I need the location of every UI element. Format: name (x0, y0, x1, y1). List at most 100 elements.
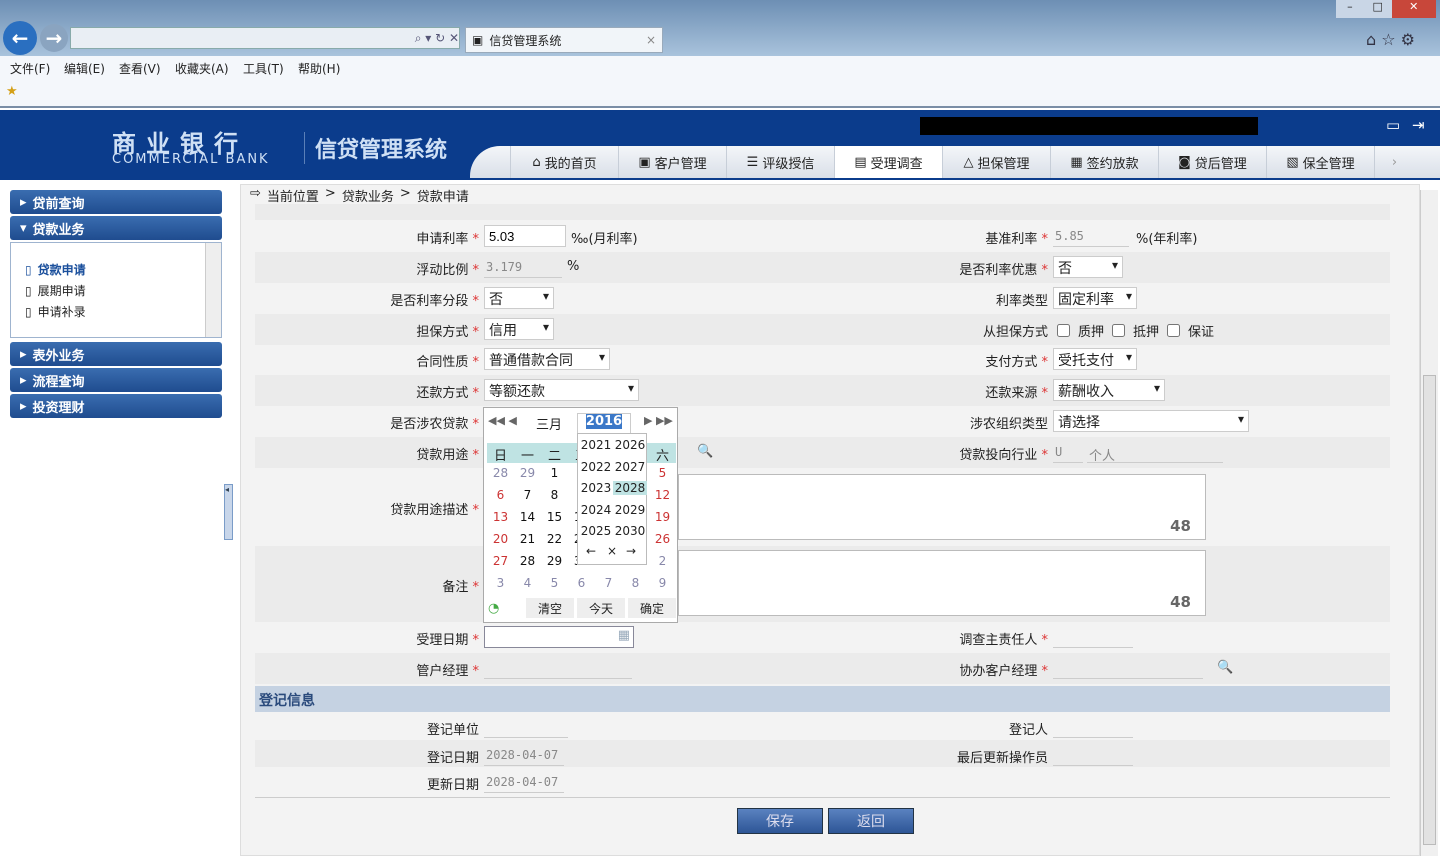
clear-button[interactable]: 清空 (526, 598, 574, 618)
calendar-day[interactable]: 28 (487, 466, 514, 480)
browser-tab[interactable]: ▣ 信贷管理系统 × (465, 27, 663, 53)
nav-tab-postloan[interactable]: ◙ 贷后管理 (1158, 146, 1266, 178)
clock-icon[interactable]: ◔ (488, 601, 499, 616)
year-option[interactable]: 2030 (613, 524, 647, 538)
nav-tab-customer[interactable]: ▣ 客户管理 (618, 146, 726, 178)
apply-rate-input[interactable] (484, 225, 566, 247)
year-close[interactable]: × (607, 544, 617, 558)
calendar-day[interactable]: 19 (649, 510, 676, 524)
calendar-day[interactable]: 22 (541, 532, 568, 546)
menu-view[interactable]: 查看(V) (119, 60, 161, 77)
year-next-arrow[interactable]: → (626, 544, 636, 558)
calendar-day[interactable]: 29 (541, 554, 568, 568)
guarantee-select[interactable]: 信用 (484, 318, 554, 340)
save-button[interactable]: 保存 (737, 808, 823, 834)
sidebar-collapse-handle[interactable]: ◂ (224, 484, 233, 540)
year-option[interactable]: 2021 (579, 438, 613, 452)
back-button[interactable]: ← (3, 21, 37, 55)
menu-file[interactable]: 文件(F) (10, 60, 50, 77)
year-option[interactable]: 2024 (579, 503, 613, 517)
calendar-day[interactable]: 14 (514, 510, 541, 524)
monitor-icon[interactable]: ▭ (1386, 116, 1400, 134)
calendar-day[interactable]: 8 (622, 576, 649, 590)
calendar-day[interactable]: 15 (541, 510, 568, 524)
agri-org-select[interactable]: 请选择 (1053, 410, 1249, 432)
year-option[interactable]: 2028 (613, 481, 647, 495)
forward-button[interactable]: → (40, 24, 68, 52)
nav-tab-sign[interactable]: ▦ 签约放款 (1050, 146, 1158, 178)
nav-next-arrow[interactable]: › (1374, 146, 1414, 178)
calendar-day[interactable]: 7 (595, 576, 622, 590)
minimize-button[interactable]: – (1336, 0, 1364, 18)
contract-select[interactable]: 普通借款合同 (484, 348, 610, 370)
year-option[interactable]: 2026 (613, 438, 647, 452)
calendar-day[interactable]: 9 (649, 576, 676, 590)
remark-textarea[interactable]: 48 (678, 550, 1206, 616)
search-icon[interactable]: ⌕ ▾ ↻ ✕ (415, 31, 459, 46)
sidebar-section-process[interactable]: ▸ 流程查询 (10, 368, 222, 392)
rate-discount-select[interactable]: 否 (1053, 256, 1123, 278)
sidebar-item-loan-apply[interactable]: ▯ 贷款申请 (25, 259, 221, 280)
mortgage-checkbox[interactable] (1112, 321, 1126, 340)
close-tab-icon[interactable]: × (646, 33, 656, 47)
rate-segment-select[interactable]: 否 (484, 287, 554, 309)
sidebar-section-offbalance[interactable]: ▸ 表外业务 (10, 342, 222, 366)
breadcrumb-loan[interactable]: 贷款业务 (342, 186, 394, 205)
calendar-day[interactable]: 7 (514, 488, 541, 502)
calendar-day[interactable]: 2 (649, 554, 676, 568)
home-star-gear-icons[interactable]: ⌂ ☆ ⚙ (1366, 30, 1415, 49)
menu-tools[interactable]: 工具(T) (243, 60, 284, 77)
calendar-icon[interactable]: ▦ (618, 628, 630, 643)
next-year-button[interactable]: ▶ ▶▶ (644, 414, 673, 427)
favorites-star-icon[interactable]: ★ (6, 84, 18, 99)
calendar-day[interactable]: 21 (514, 532, 541, 546)
repay-method-select[interactable]: 等额还款 (484, 379, 639, 401)
today-button[interactable]: 今天 (577, 598, 625, 618)
calendar-day[interactable]: 1 (541, 466, 568, 480)
nav-tab-guarantee[interactable]: △ 担保管理 (942, 146, 1050, 178)
calendar-day[interactable]: 26 (649, 532, 676, 546)
calendar-day[interactable]: 13 (487, 510, 514, 524)
maximize-button[interactable]: □ (1363, 0, 1392, 18)
calendar-day[interactable]: 27 (487, 554, 514, 568)
scrollbar-thumb[interactable] (1423, 375, 1436, 845)
sidebar-section-preloan[interactable]: ▸ 贷前查询 (10, 190, 222, 214)
rate-type-select[interactable]: 固定利率 (1053, 287, 1137, 309)
calendar-day[interactable]: 4 (514, 576, 541, 590)
loan-use-search-icon[interactable]: 🔍 (697, 444, 713, 459)
use-desc-textarea[interactable]: 48 (678, 474, 1206, 540)
calendar-day[interactable]: 3 (487, 576, 514, 590)
menu-help[interactable]: 帮助(H) (298, 60, 340, 77)
submenu-scrollbar[interactable] (205, 243, 221, 337)
page-scrollbar[interactable] (1420, 190, 1438, 856)
sidebar-section-invest[interactable]: ▸ 投资理财 (10, 394, 222, 418)
sidebar-item-extension[interactable]: ▯ 展期申请 (25, 280, 221, 301)
logout-icon[interactable]: ⇥ (1412, 116, 1425, 134)
guaranty-checkbox[interactable] (1167, 321, 1181, 340)
nav-tab-preserve[interactable]: ▧ 保全管理 (1266, 146, 1374, 178)
accept-date-input[interactable]: ▦ (484, 626, 634, 648)
month-select[interactable]: 三月 (536, 414, 562, 433)
close-window-button[interactable]: ✕ (1391, 0, 1436, 18)
calendar-day[interactable]: 20 (487, 532, 514, 546)
back-button-form[interactable]: 返回 (828, 808, 914, 834)
calendar-day[interactable]: 8 (541, 488, 568, 502)
calendar-day[interactable]: 29 (514, 466, 541, 480)
year-option[interactable]: 2022 (579, 460, 613, 474)
calendar-day[interactable]: 28 (514, 554, 541, 568)
year-option[interactable]: 2029 (613, 503, 647, 517)
menu-favorites[interactable]: 收藏夹(A) (175, 60, 229, 77)
calendar-day[interactable]: 12 (649, 488, 676, 502)
year-option[interactable]: 2025 (579, 524, 613, 538)
payment-select[interactable]: 受托支付 (1053, 348, 1137, 370)
year-input[interactable]: 2016 (585, 414, 623, 429)
nav-tab-survey[interactable]: ▤ 受理调查 (834, 146, 942, 178)
nav-tab-rating[interactable]: ☰ 评级授信 (726, 146, 834, 178)
prev-year-button[interactable]: ◀◀ ◀ (488, 414, 517, 427)
year-option[interactable]: 2023 (579, 481, 613, 495)
sidebar-section-loan[interactable]: ▾ 贷款业务 (10, 216, 222, 240)
menu-edit[interactable]: 编辑(E) (64, 60, 105, 77)
sidebar-item-supplement[interactable]: ▯ 申请补录 (25, 301, 221, 322)
address-bar[interactable]: ⌕ ▾ ↻ ✕ (70, 27, 460, 49)
ok-button[interactable]: 确定 (628, 598, 676, 618)
